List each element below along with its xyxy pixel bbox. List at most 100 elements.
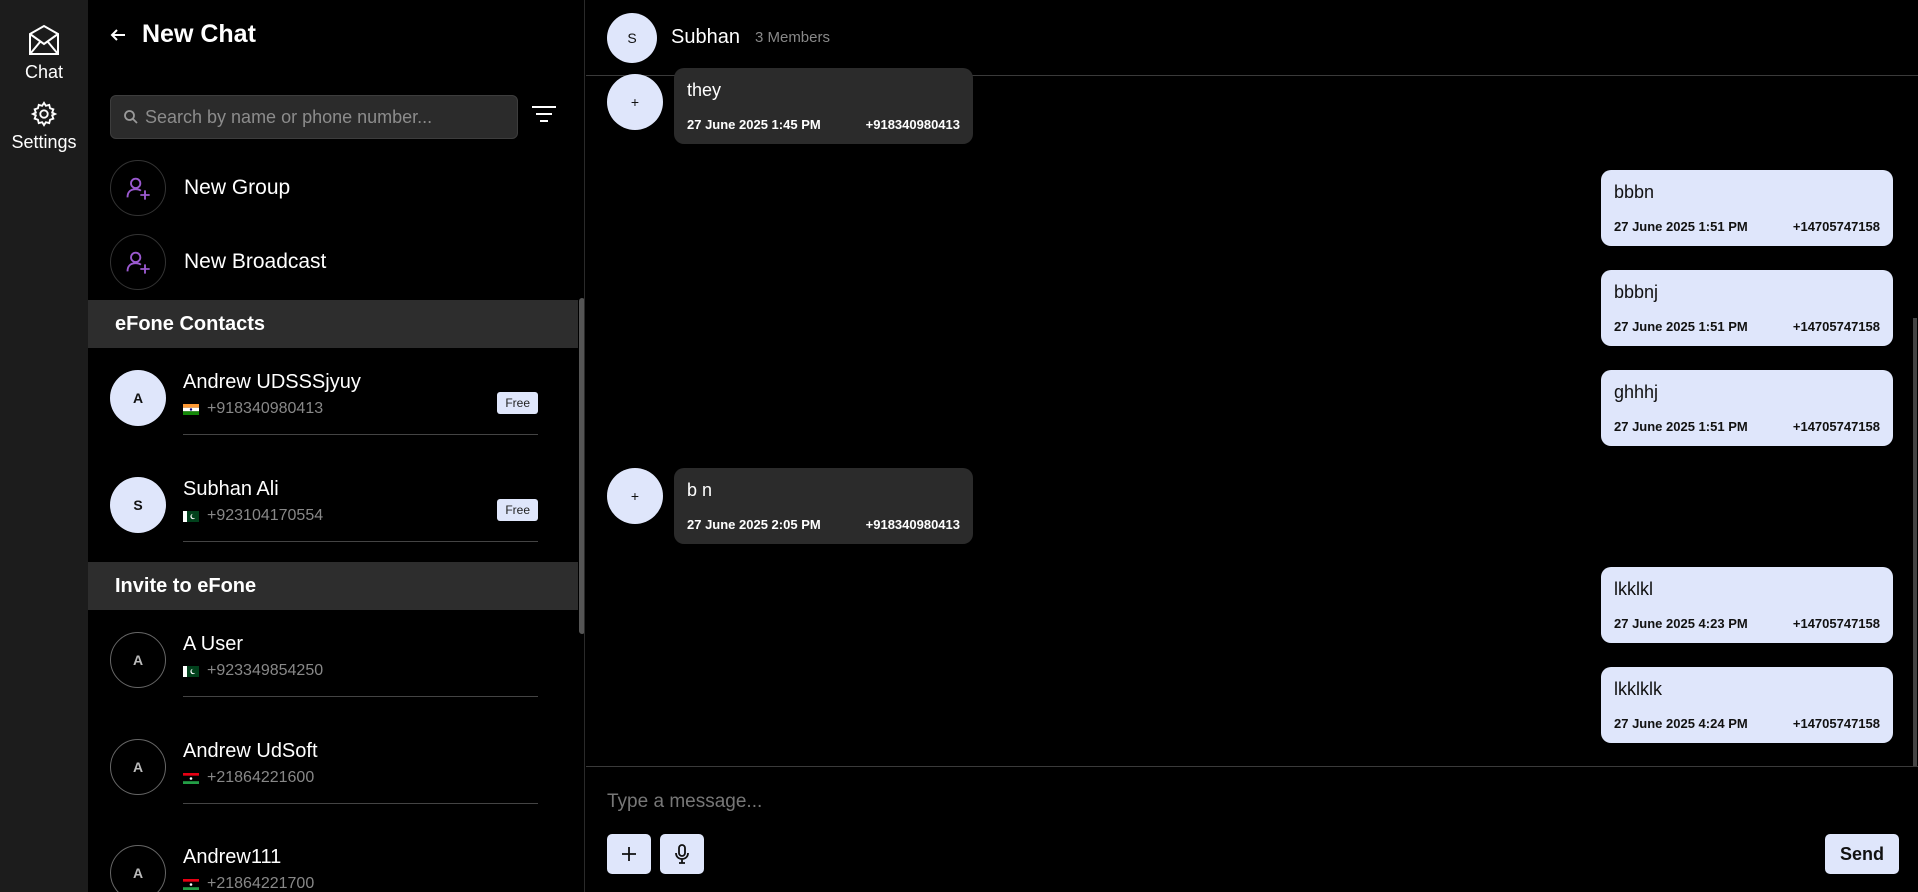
message-text: bbbnj: [1614, 282, 1659, 302]
contact-phone-row: +918340980413: [183, 400, 323, 418]
contact-phone-row: +923104170554: [183, 507, 323, 525]
send-button[interactable]: Send: [1825, 834, 1899, 874]
libya-flag-icon: [183, 772, 199, 784]
contacts-scrollbar[interactable]: [579, 298, 584, 634]
message-sender: +14705747158: [1792, 616, 1880, 631]
contact-item[interactable]: S Subhan Ali +923104170554 Free: [110, 457, 560, 557]
contact-phone: +21864221600: [207, 769, 315, 786]
message-time: 27 June 2025 2:05 PM: [687, 517, 821, 532]
outgoing-message: bbbnj 27 June 2025 1:51 PM +14705747158: [1601, 270, 1893, 346]
contact-phone-row: +923349854250: [183, 662, 323, 680]
chat-area: S Subhan 3 Members + they 27 June 2025 1…: [586, 0, 1918, 892]
nav-chat-label: Chat: [24, 62, 64, 82]
outgoing-message: bbbn 27 June 2025 1:51 PM +14705747158: [1601, 170, 1893, 246]
message-time: 27 June 2025 1:51 PM: [1614, 319, 1748, 334]
new-broadcast-icon-wrap: [110, 234, 166, 290]
outgoing-message: lkklklk 27 June 2025 4:24 PM +1470574715…: [1601, 667, 1893, 743]
contact-item[interactable]: A Andrew UDSSSjyuy +918340980413 Free: [110, 350, 560, 450]
contact-item[interactable]: A Andrew UdSoft +21864221600: [110, 719, 560, 819]
contact-name: Andrew UDSSSjyuy: [183, 371, 361, 393]
message-input[interactable]: [607, 791, 1707, 813]
contact-name: Andrew UdSoft: [183, 740, 318, 762]
message-text: bbbn: [1614, 182, 1655, 202]
india-flag-icon: [183, 403, 199, 415]
free-badge: Free: [497, 499, 538, 521]
search-icon: [124, 110, 138, 124]
message-bubble: they 27 June 2025 1:45 PM +918340980413: [674, 68, 973, 144]
nav-settings[interactable]: Settings: [0, 100, 88, 153]
filter-sort-icon[interactable]: [530, 103, 558, 127]
add-user-icon: [126, 251, 150, 274]
contact-phone-row: +21864221600: [183, 769, 314, 787]
contact-item[interactable]: A Andrew111 +21864221700: [110, 825, 560, 892]
members-count: 3 Members: [754, 29, 830, 46]
divider: [183, 696, 538, 697]
avatar: A: [110, 845, 166, 892]
message-text: b n: [687, 480, 713, 500]
chat-mail-icon: [29, 24, 59, 55]
message-text: they: [687, 80, 722, 100]
sender-avatar[interactable]: +: [607, 468, 663, 524]
contact-phone-row: +21864221700: [183, 875, 314, 892]
contact-phone: +918340980413: [207, 400, 324, 417]
voice-record-button[interactable]: [660, 834, 704, 874]
message-meta: 27 June 2025 2:05 PM +918340980413: [687, 517, 960, 532]
message-meta: 27 June 2025 4:24 PM +14705747158: [1614, 716, 1880, 731]
new-group-label: New Group: [184, 176, 291, 199]
message-sender: +14705747158: [1792, 419, 1880, 434]
section-efone-contacts: eFone Contacts: [88, 300, 578, 348]
contact-name: Subhan Ali: [183, 478, 279, 500]
search-input[interactable]: [145, 106, 505, 128]
message-text: lkklkl: [1614, 579, 1653, 599]
message-text: ghhhj: [1614, 382, 1659, 402]
contact-item[interactable]: A A User +923349854250: [110, 612, 560, 712]
divider: [183, 541, 538, 542]
plus-icon: [622, 847, 636, 861]
avatar[interactable]: S: [607, 12, 657, 63]
message-meta: 27 June 2025 1:51 PM +14705747158: [1614, 219, 1880, 234]
message-bubble: b n 27 June 2025 2:05 PM +918340980413: [674, 468, 973, 544]
outgoing-message: ghhhj 27 June 2025 1:51 PM +14705747158: [1601, 370, 1893, 446]
divider: [183, 803, 538, 804]
message-composer: Send: [586, 766, 1918, 892]
search-box: [110, 95, 518, 139]
section-invite: Invite to eFone: [88, 562, 578, 610]
message-time: 27 June 2025 1:51 PM: [1614, 219, 1748, 234]
message-meta: 27 June 2025 1:45 PM +918340980413: [687, 117, 960, 132]
attach-button[interactable]: [607, 834, 651, 874]
message-meta: 27 June 2025 1:51 PM +14705747158: [1614, 319, 1880, 334]
nav-chat[interactable]: Chat: [0, 22, 88, 83]
new-group-button[interactable]: New Group: [110, 158, 290, 218]
new-group-icon-wrap: [110, 160, 166, 216]
nav-settings-label: Settings: [11, 132, 77, 152]
new-chat-panel: New Chat New Group New: [88, 0, 585, 892]
message-time: 27 June 2025 4:24 PM: [1614, 716, 1748, 731]
avatar: S: [110, 477, 166, 533]
messages-scrollbar[interactable]: [1913, 318, 1917, 766]
contact-phone: +21864221700: [207, 875, 315, 892]
chat-header: S Subhan 3 Members: [586, 0, 1918, 76]
back-arrow-icon[interactable]: [108, 25, 128, 45]
panel-header: New Chat: [108, 20, 256, 49]
avatar: A: [110, 370, 166, 426]
message-meta: 27 June 2025 4:23 PM +14705747158: [1614, 616, 1880, 631]
sender-avatar[interactable]: +: [607, 74, 663, 130]
chat-title[interactable]: Subhan: [671, 26, 740, 49]
message-time: 27 June 2025 4:23 PM: [1614, 616, 1748, 631]
message-time: 27 June 2025 1:45 PM: [687, 117, 821, 132]
page-title: New Chat: [142, 20, 256, 48]
message-sender: +14705747158: [1792, 219, 1880, 234]
new-broadcast-button[interactable]: New Broadcast: [110, 232, 326, 292]
pakistan-flag-icon: [183, 510, 199, 522]
message-sender: +14705747158: [1792, 319, 1880, 334]
message-sender: +918340980413: [865, 517, 960, 532]
avatar: A: [110, 739, 166, 795]
nav-rail: Chat Settings: [0, 0, 88, 892]
message-sender: +918340980413: [865, 117, 960, 132]
free-badge: Free: [497, 392, 538, 414]
pakistan-flag-icon: [183, 665, 199, 677]
new-broadcast-label: New Broadcast: [184, 250, 327, 273]
divider: [183, 434, 538, 435]
avatar: A: [110, 632, 166, 688]
add-user-icon: [126, 177, 150, 200]
